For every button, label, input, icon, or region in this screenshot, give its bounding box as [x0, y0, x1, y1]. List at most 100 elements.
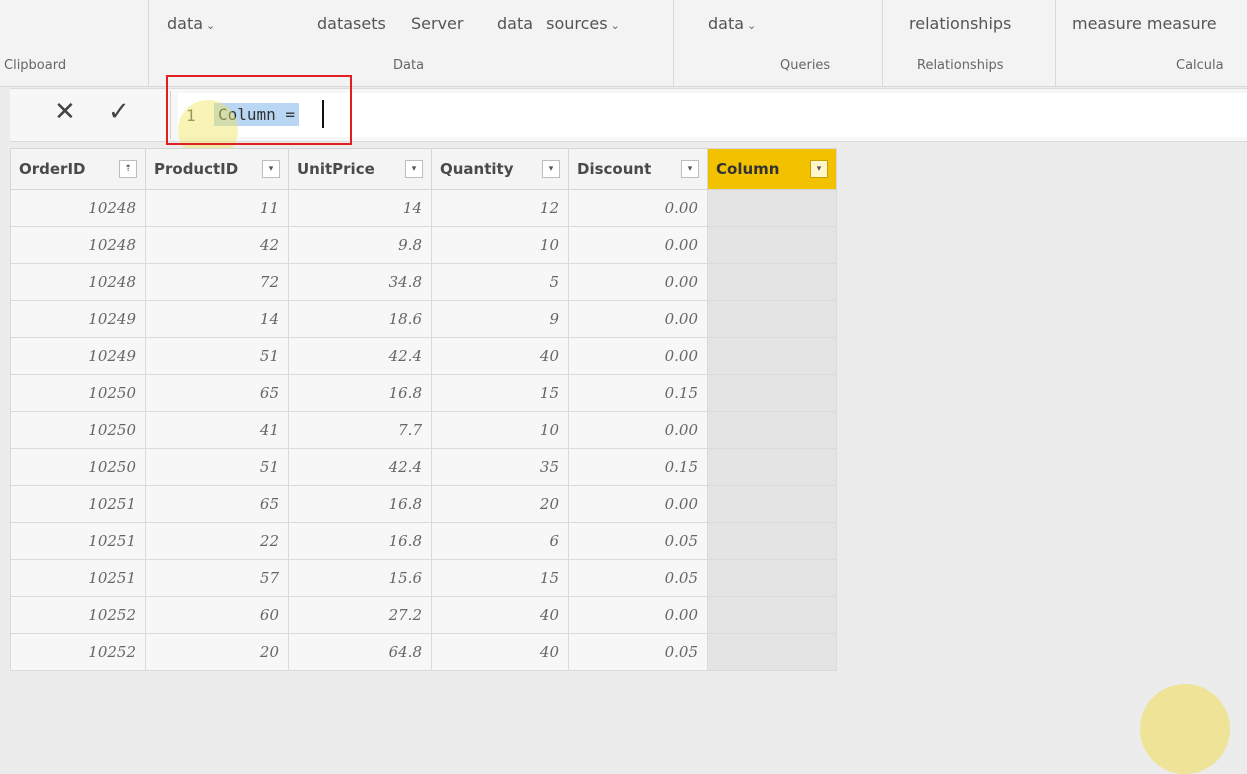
server-button[interactable]: Server: [411, 14, 463, 33]
table-cell[interactable]: 10250: [10, 374, 146, 412]
table-cell[interactable]: 27.2: [288, 596, 432, 634]
table-cell[interactable]: 20: [431, 485, 569, 523]
datasets-button[interactable]: datasets: [317, 14, 386, 33]
table-cell[interactable]: 35: [431, 448, 569, 486]
table-cell[interactable]: 10: [431, 411, 569, 449]
table-cell[interactable]: 10252: [10, 633, 146, 671]
table-cell[interactable]: [707, 226, 837, 264]
table-cell[interactable]: 9: [431, 300, 569, 338]
table-cell[interactable]: 14: [288, 189, 432, 227]
table-cell[interactable]: [707, 263, 837, 301]
table-cell[interactable]: 0.05: [568, 633, 708, 671]
table-cell[interactable]: 0.00: [568, 189, 708, 227]
table-cell[interactable]: 16.8: [288, 522, 432, 560]
table-cell[interactable]: 16.8: [288, 374, 432, 412]
table-cell[interactable]: 0.05: [568, 559, 708, 597]
table-cell[interactable]: 64.8: [288, 633, 432, 671]
table-cell[interactable]: 0.00: [568, 596, 708, 634]
table-cell[interactable]: 40: [431, 596, 569, 634]
data-dropdown-button[interactable]: data ⌄: [167, 14, 215, 33]
table-cell[interactable]: 10249: [10, 300, 146, 338]
table-cell[interactable]: 10248: [10, 226, 146, 264]
table-cell[interactable]: 60: [145, 596, 289, 634]
table-cell[interactable]: 0.05: [568, 522, 708, 560]
table-cell[interactable]: [707, 374, 837, 412]
table-cell[interactable]: 15.6: [288, 559, 432, 597]
table-cell[interactable]: 16.8: [288, 485, 432, 523]
table-cell[interactable]: 41: [145, 411, 289, 449]
table-cell[interactable]: [707, 448, 837, 486]
table-cell[interactable]: 72: [145, 263, 289, 301]
table-cell[interactable]: 34.8: [288, 263, 432, 301]
table-cell[interactable]: 40: [431, 633, 569, 671]
table-cell[interactable]: 9.8: [288, 226, 432, 264]
filter-dropdown-icon[interactable]: ▾: [810, 160, 828, 178]
table-cell[interactable]: 14: [145, 300, 289, 338]
new-measure-button[interactable]: measure measure: [1072, 14, 1217, 33]
table-cell[interactable]: [707, 300, 837, 338]
column-header-productid[interactable]: ProductID ▾: [145, 148, 289, 190]
table-cell[interactable]: 65: [145, 374, 289, 412]
table-cell[interactable]: [707, 633, 837, 671]
table-cell[interactable]: 5: [431, 263, 569, 301]
table-cell[interactable]: 10251: [10, 485, 146, 523]
column-header-discount[interactable]: Discount ▾: [568, 148, 708, 190]
formula-editor[interactable]: 1 Column =: [178, 93, 1247, 137]
table-cell[interactable]: 10: [431, 226, 569, 264]
table-cell[interactable]: [707, 559, 837, 597]
table-cell[interactable]: 15: [431, 374, 569, 412]
filter-dropdown-icon[interactable]: ▾: [262, 160, 280, 178]
table-cell[interactable]: 11: [145, 189, 289, 227]
table-cell[interactable]: 0.15: [568, 448, 708, 486]
table-cell[interactable]: [707, 189, 837, 227]
table-cell[interactable]: 22: [145, 522, 289, 560]
table-cell[interactable]: 0.15: [568, 374, 708, 412]
table-cell[interactable]: 10250: [10, 411, 146, 449]
table-cell[interactable]: [707, 337, 837, 375]
table-cell[interactable]: 20: [145, 633, 289, 671]
table-cell[interactable]: 10251: [10, 559, 146, 597]
column-header-column[interactable]: Column ▾: [707, 148, 837, 190]
column-header-quantity[interactable]: Quantity ▾: [431, 148, 569, 190]
table-cell[interactable]: 10249: [10, 337, 146, 375]
table-cell[interactable]: 10248: [10, 189, 146, 227]
table-cell[interactable]: 51: [145, 337, 289, 375]
table-cell[interactable]: 7.7: [288, 411, 432, 449]
table-cell[interactable]: 10250: [10, 448, 146, 486]
table-cell[interactable]: [707, 485, 837, 523]
column-header-orderid[interactable]: OrderID ⇡: [10, 148, 146, 190]
table-cell[interactable]: [707, 411, 837, 449]
table-cell[interactable]: 12: [431, 189, 569, 227]
table-cell[interactable]: 42.4: [288, 337, 432, 375]
table-cell[interactable]: 65: [145, 485, 289, 523]
sort-ascending-icon[interactable]: ⇡: [119, 160, 137, 178]
table-cell[interactable]: 6: [431, 522, 569, 560]
manage-relationships-button[interactable]: relationships: [909, 14, 1011, 33]
filter-dropdown-icon[interactable]: ▾: [542, 160, 560, 178]
commit-icon[interactable]: ✓: [108, 97, 130, 127]
table-cell[interactable]: 0.00: [568, 485, 708, 523]
data-sources-dropdown-button[interactable]: data sources ⌄: [497, 14, 620, 33]
table-cell[interactable]: 0.00: [568, 300, 708, 338]
table-cell[interactable]: 51: [145, 448, 289, 486]
table-cell[interactable]: [707, 596, 837, 634]
cancel-icon[interactable]: ✕: [54, 97, 76, 127]
column-header-unitprice[interactable]: UnitPrice ▾: [288, 148, 432, 190]
table-cell[interactable]: 40: [431, 337, 569, 375]
table-cell[interactable]: 10248: [10, 263, 146, 301]
table-cell[interactable]: [707, 522, 837, 560]
table-cell[interactable]: 42: [145, 226, 289, 264]
queries-data-dropdown-button[interactable]: data ⌄: [708, 14, 756, 33]
table-cell[interactable]: 0.00: [568, 263, 708, 301]
table-cell[interactable]: 15: [431, 559, 569, 597]
table-cell[interactable]: 42.4: [288, 448, 432, 486]
table-cell[interactable]: 0.00: [568, 226, 708, 264]
table-cell[interactable]: 18.6: [288, 300, 432, 338]
filter-dropdown-icon[interactable]: ▾: [405, 160, 423, 178]
table-cell[interactable]: 0.00: [568, 411, 708, 449]
filter-dropdown-icon[interactable]: ▾: [681, 160, 699, 178]
table-cell[interactable]: 10252: [10, 596, 146, 634]
table-cell[interactable]: 10251: [10, 522, 146, 560]
table-cell[interactable]: 57: [145, 559, 289, 597]
table-cell[interactable]: 0.00: [568, 337, 708, 375]
